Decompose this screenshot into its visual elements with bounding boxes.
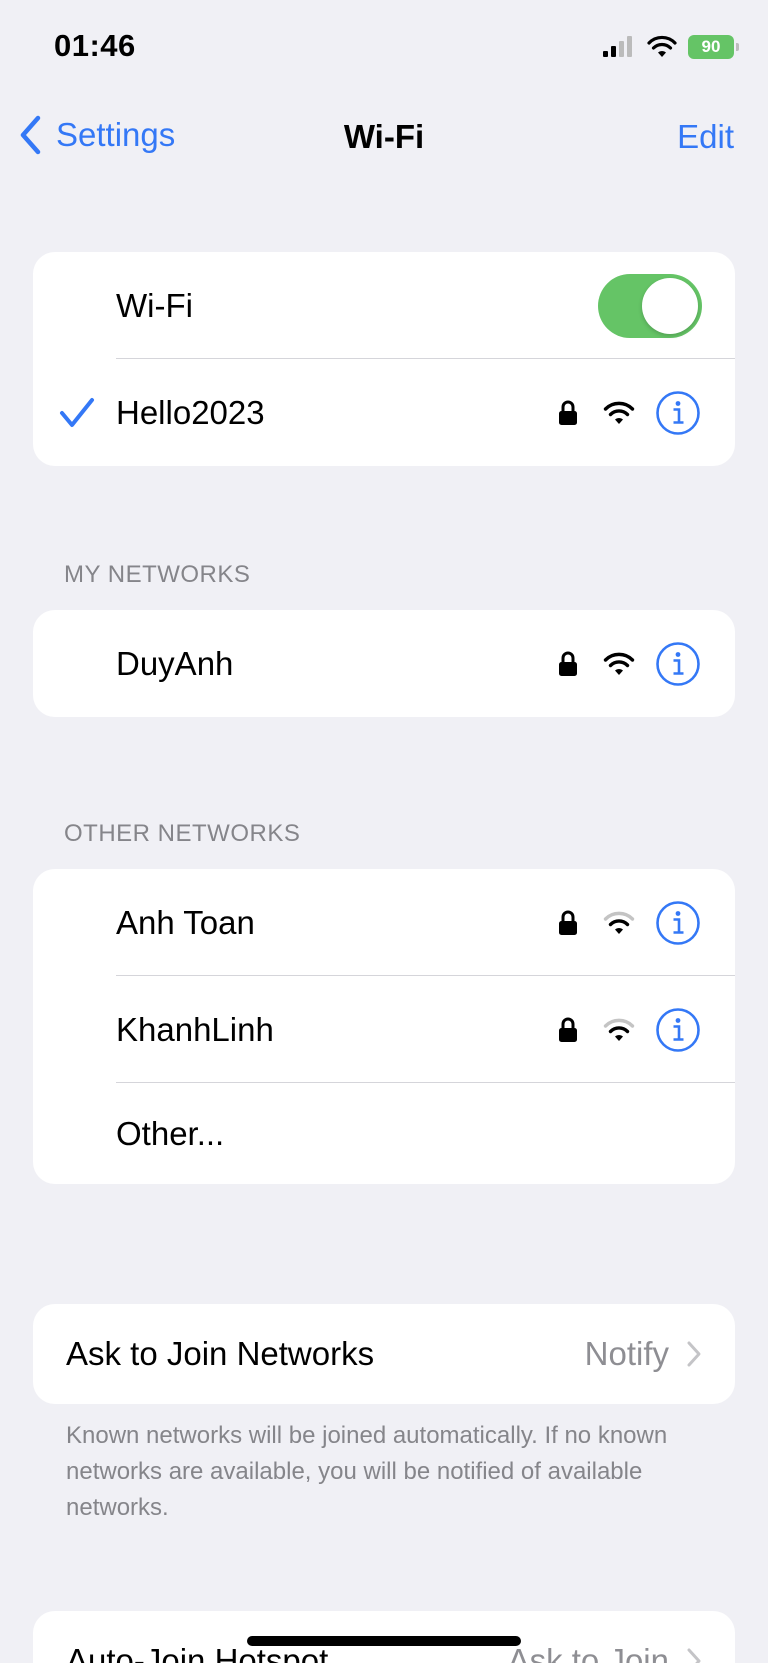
toggle-knob [642,277,698,334]
page-title: Wi-Fi [343,118,425,155]
edit-button[interactable]: Edit [677,118,734,156]
ask-to-join-value: Notify [584,1335,669,1372]
my-networks-header: MY NETWORKS [64,561,251,588]
wifi-status-icon [647,35,677,57]
lock-icon [559,400,577,425]
wifi-toggle-label: Wi-Fi [116,286,193,324]
ask-to-join-row[interactable]: Ask to Join Networks Notify [33,1304,735,1404]
network-row[interactable]: KhanhLinh [33,976,735,1083]
other-network-row[interactable]: Other... [33,1083,735,1184]
wifi-signal-icon [603,401,635,424]
wifi-toggle-row: Wi-Fi [33,252,735,359]
info-icon[interactable] [655,390,701,436]
network-row[interactable]: DuyAnh [33,610,735,717]
chevron-right-icon [687,1341,701,1367]
other-networks-header: OTHER NETWORKS [64,820,301,847]
info-icon[interactable] [655,1007,701,1053]
wifi-toggle-switch[interactable] [598,273,702,338]
ask-to-join-footer: Known networks will be joined automatica… [66,1422,668,1521]
connected-network-row[interactable]: Hello2023 [33,359,735,466]
chevron-right-icon [687,1648,701,1663]
status-icons: 90 [602,32,739,62]
lock-icon [559,910,577,935]
ask-to-join-card: Ask to Join Networks Notify [33,1304,735,1404]
wifi-signal-icon [603,652,635,675]
status-bar: 01:46 90 [0,0,768,96]
other-network-label: Other... [116,1114,225,1152]
auto-join-hotspot-value: Ask to Join [507,1642,669,1663]
my-networks-card: DuyAnh [33,610,735,717]
battery-indicator: 90 [688,35,739,59]
wifi-signal-icon [603,911,635,934]
wifi-card: Wi-Fi Hello2023 [33,252,735,466]
wifi-signal-icon [603,1018,635,1041]
connected-network-name: Hello2023 [116,393,265,431]
network-name: KhanhLinh [116,1010,274,1048]
home-indicator [247,1636,521,1646]
ask-to-join-label: Ask to Join Networks [66,1335,375,1372]
lock-icon [559,651,577,676]
info-icon[interactable] [655,900,701,946]
network-row[interactable]: Anh Toan [33,869,735,976]
lock-icon [559,1017,577,1042]
battery-percent: 90 [701,37,721,56]
cellular-signal-icon [603,36,632,57]
network-name: DuyAnh [116,644,234,682]
clock-time: 01:46 [54,28,136,63]
network-name: Anh Toan [116,903,255,941]
navigation-bar: Settings Wi-Fi Edit [0,100,768,170]
other-networks-card: Anh Toan KhanhLinh Other... [33,869,735,1184]
checkmark-icon [60,397,94,427]
info-icon[interactable] [655,641,701,687]
